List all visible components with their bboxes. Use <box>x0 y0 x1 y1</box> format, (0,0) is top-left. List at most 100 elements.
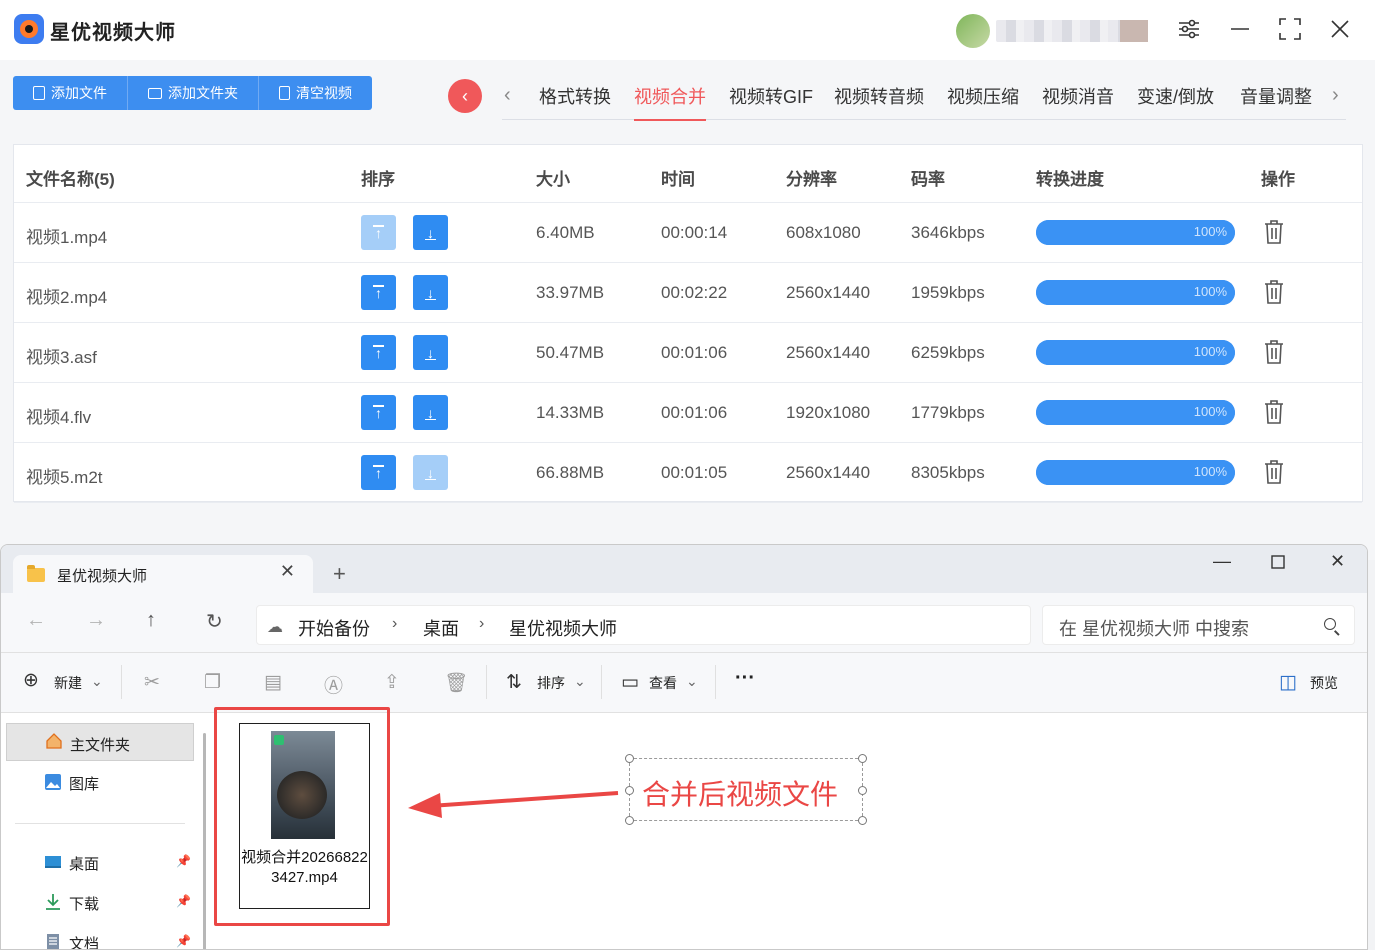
close-icon[interactable] <box>1325 14 1355 44</box>
minimize-icon[interactable]: — <box>1213 551 1231 572</box>
sidebar-item-downloads[interactable]: 下载 📌 <box>6 883 194 921</box>
size-cell: 6.40MB <box>536 223 595 242</box>
tab-video-mute[interactable]: 视频消音 <box>1042 83 1114 109</box>
settings-sliders-icon[interactable] <box>1174 14 1204 44</box>
more-options-icon[interactable]: ··· <box>735 667 755 690</box>
col-resolution: 分辨率 <box>786 170 837 189</box>
new-chevron-icon[interactable]: ⌄ <box>91 673 103 690</box>
close-tab-icon[interactable]: ✕ <box>280 561 295 582</box>
pin-icon[interactable]: 📌 <box>176 934 191 948</box>
sort-button[interactable]: 排序 <box>537 673 565 693</box>
add-file-button[interactable]: 添加文件 <box>13 76 128 110</box>
col-progress: 转换进度 <box>1036 170 1104 189</box>
table-row[interactable]: 视频4.flv ↑ ↓ 14.33MB 00:01:06 1920x1080 1779kbp… <box>14 383 1362 443</box>
clear-videos-button[interactable]: 清空视频 <box>259 76 372 110</box>
refresh-icon[interactable]: ↻ <box>206 609 223 634</box>
highlight-box <box>214 707 390 926</box>
share-icon[interactable]: ⇪ <box>384 671 400 694</box>
delete-icon[interactable] <box>1264 280 1284 304</box>
move-down-button[interactable]: ↓ <box>413 215 448 250</box>
explorer-tab[interactable]: 星优视频大师 ✕ <box>13 555 313 593</box>
sidebar-item-gallery[interactable]: 图库 <box>6 763 194 801</box>
breadcrumb-backup[interactable]: 开始备份 <box>298 615 370 641</box>
search-box[interactable]: 在 星优视频大师 中搜索 <box>1042 605 1355 645</box>
add-folder-button[interactable]: 添加文件夹 <box>128 76 259 110</box>
folder-icon <box>27 565 45 582</box>
new-tab-icon[interactable]: + <box>333 561 346 587</box>
delete-icon[interactable] <box>1264 220 1284 244</box>
pin-icon[interactable]: 📌 <box>176 894 191 908</box>
sidebar-item-documents[interactable]: 文档 📌 <box>6 923 194 949</box>
table-row[interactable]: 视频2.mp4 ↑ ↓ 33.97MB 00:02:22 2560x1440 1959kbp… <box>14 263 1362 323</box>
app-logo-icon <box>14 14 44 44</box>
tab-video-merge[interactable]: 视频合并 <box>634 83 706 121</box>
back-arrow-icon[interactable]: ← <box>26 609 46 632</box>
delete-icon[interactable] <box>1264 460 1284 484</box>
sidebar-scrollbar[interactable] <box>203 733 206 949</box>
view-button[interactable]: 查看 <box>649 673 677 693</box>
maximize-icon[interactable] <box>1271 553 1285 574</box>
breadcrumb-folder[interactable]: 星优视频大师 <box>509 615 617 641</box>
maximize-icon[interactable] <box>1275 14 1305 44</box>
size-cell: 33.97MB <box>536 283 605 302</box>
table-row[interactable]: 视频3.asf ↑ ↓ 50.47MB 00:01:06 2560x1440 6259kbp… <box>14 323 1362 383</box>
time-cell: 00:01:06 <box>661 403 728 422</box>
delete-icon[interactable] <box>1264 340 1284 364</box>
breadcrumb-desktop[interactable]: 桌面 <box>423 615 459 641</box>
move-up-button[interactable]: ↑ <box>361 455 396 490</box>
pin-icon[interactable]: 📌 <box>176 854 191 868</box>
tabs-next-icon[interactable]: › <box>1332 84 1339 107</box>
up-arrow-icon[interactable]: ↑ <box>146 609 156 632</box>
tabs-prev-icon[interactable]: ‹ <box>504 84 511 107</box>
paste-icon[interactable]: ▤ <box>264 671 282 694</box>
move-down-button[interactable]: ↓ <box>413 455 448 490</box>
sidebar-divider <box>15 823 185 824</box>
delete-icon[interactable]: 🗑 <box>444 671 468 695</box>
move-up-button[interactable]: ↑ <box>361 215 396 250</box>
sidebar-item-home[interactable]: 主文件夹 <box>6 723 194 761</box>
preview-button[interactable]: 预览 <box>1310 673 1338 693</box>
explorer-tab-title: 星优视频大师 <box>57 568 148 585</box>
forward-arrow-icon[interactable]: → <box>86 609 106 632</box>
annotation-label: 合并后视频文件 <box>642 779 839 810</box>
move-up-button[interactable]: ↑ <box>361 395 396 430</box>
breadcrumb-separator-icon: › <box>392 615 398 632</box>
view-chevron-icon[interactable]: ⌄ <box>686 673 698 690</box>
table-row[interactable]: 视频5.m2t ↑ ↓ 66.88MB 00:01:05 2560x1440 8305kbp… <box>14 443 1362 503</box>
move-down-icon <box>425 418 436 420</box>
table-row[interactable]: 视频1.mp4 ↑ ↓ 6.40MB 00:00:14 608x1080 3646kbps 1… <box>14 203 1362 263</box>
callout-handle <box>858 786 867 795</box>
gallery-icon <box>45 774 61 790</box>
tab-video-to-audio[interactable]: 视频转音频 <box>834 83 924 109</box>
delete-icon[interactable] <box>1264 400 1284 424</box>
annotation-arrow <box>408 791 619 818</box>
col-action: 操作 <box>1261 170 1295 189</box>
minimize-icon[interactable] <box>1225 14 1255 44</box>
add-folder-label: 添加文件夹 <box>168 85 238 101</box>
new-button[interactable]: 新建 <box>54 673 82 693</box>
tab-volume-adjust[interactable]: 音量调整 <box>1240 83 1312 109</box>
navigation-pane: 主文件夹 图库 桌面 📌 下载 📌 文档 📌 <box>1 713 206 949</box>
sidebar-item-desktop[interactable]: 桌面 📌 <box>6 843 194 881</box>
copy-icon[interactable]: ❐ <box>204 671 221 694</box>
tab-format-convert[interactable]: 格式转换 <box>539 83 611 109</box>
avatar[interactable] <box>956 14 990 48</box>
move-up-button[interactable]: ↑ <box>361 275 396 310</box>
back-button[interactable]: ‹ <box>448 79 482 113</box>
divider <box>121 665 122 699</box>
tab-video-to-gif[interactable]: 视频转GIF <box>729 83 813 109</box>
sort-chevron-icon[interactable]: ⌄ <box>574 673 586 690</box>
rename-icon[interactable]: Ⓐ <box>324 671 343 698</box>
download-icon <box>46 894 60 910</box>
move-up-icon <box>373 465 384 467</box>
move-down-button[interactable]: ↓ <box>413 335 448 370</box>
move-down-button[interactable]: ↓ <box>413 275 448 310</box>
move-down-button[interactable]: ↓ <box>413 395 448 430</box>
breadcrumb-separator-icon: › <box>479 615 485 632</box>
address-bar[interactable]: ☁ 开始备份 › 桌面 › 星优视频大师 <box>256 605 1031 645</box>
tab-video-compress[interactable]: 视频压缩 <box>947 83 1019 109</box>
close-icon[interactable]: ✕ <box>1330 551 1345 572</box>
move-up-button[interactable]: ↑ <box>361 335 396 370</box>
tab-speed-reverse[interactable]: 变速/倒放 <box>1137 83 1214 109</box>
cut-icon[interactable]: ✂ <box>144 671 160 694</box>
